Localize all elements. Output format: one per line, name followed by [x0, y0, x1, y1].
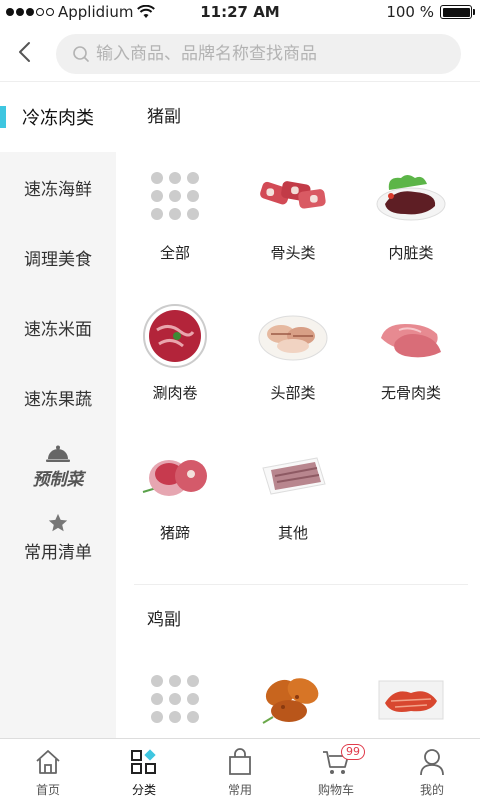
sidebar-item-frozen-produce[interactable]: 速冻果蔬: [0, 362, 116, 432]
subcategory-all[interactable]: 全部: [116, 152, 234, 292]
cloche-icon: [46, 445, 70, 462]
category-sidebar: 冷冻肉类 速冻海鲜 调理美食 速冻米面 速冻果蔬 预制菜 常用清单: [0, 82, 116, 738]
bottom-tab-bar: 首页 分类 常用 99 购物车 我的: [0, 738, 480, 800]
tab-label: 常用: [227, 783, 252, 797]
other-meat-image: [262, 457, 326, 495]
section-title: 猪副: [147, 107, 181, 127]
subcategory-label: 全部: [159, 244, 190, 262]
meat-rolls-image: [143, 304, 207, 368]
subcategory-offal[interactable]: 内脏类: [352, 152, 470, 292]
search-icon: [73, 46, 89, 62]
grid-dots-icon: [151, 172, 199, 220]
tab-frequent[interactable]: 常用: [192, 739, 288, 800]
sidebar-item-prepared-food[interactable]: 调理美食: [0, 222, 116, 292]
subcategory-label: 其他: [277, 524, 308, 542]
subcategory-bones[interactable]: 骨头类: [234, 152, 352, 292]
active-indicator: [0, 106, 6, 128]
subcategory-head-meat[interactable]: 头部类: [234, 292, 352, 432]
back-arrow-icon[interactable]: [14, 40, 38, 64]
sidebar-item-frozen-noodles[interactable]: 速冻米面: [0, 292, 116, 362]
section-title: 鸡副: [147, 610, 181, 630]
sidebar-item-label: 速冻海鲜: [24, 179, 92, 200]
tab-label: 首页: [35, 783, 60, 797]
tab-label: 购物车: [317, 783, 354, 797]
user-icon: [420, 749, 444, 776]
status-bar: Applidium 11:27 AM 100 %: [0, 0, 480, 24]
grid-dots-icon: [151, 675, 199, 723]
home-icon: [36, 750, 60, 774]
tab-label: 我的: [419, 783, 444, 797]
tab-home[interactable]: 首页: [0, 739, 96, 800]
subcategory-chicken-frame[interactable]: 鸡架: [352, 655, 470, 738]
subcategory-meat-rolls[interactable]: 涮肉卷: [116, 292, 234, 432]
pork-head-meat-image: [258, 315, 328, 361]
subcategory-label: 猪蹄: [159, 524, 190, 542]
bag-icon: [229, 748, 251, 775]
category-icon: [131, 749, 156, 774]
header: [0, 24, 480, 82]
subcategory-label: 骨头类: [270, 244, 316, 262]
subcategory-all[interactable]: 全部: [116, 655, 234, 738]
subcategory-other[interactable]: 其他: [234, 432, 352, 572]
sidebar-item-frozen-meat[interactable]: 冷冻肉类: [0, 82, 116, 152]
subcategory-label: 涮肉卷: [152, 384, 198, 402]
search-input[interactable]: [96, 44, 456, 64]
category-content: 猪副 全部 骨头类 内脏类 涮肉卷 头部类 无骨肉类 猪蹄 其他 鸡副: [116, 82, 480, 738]
tab-cart[interactable]: 99 购物车: [288, 739, 384, 800]
sidebar-item-label: 速冻米面: [24, 319, 92, 340]
tab-label: 分类: [131, 783, 156, 797]
battery-percent: 100 %: [386, 3, 434, 21]
chicken-wings-image: [262, 678, 319, 724]
favorites-list-label: 常用清单: [24, 542, 92, 563]
sidebar-item-frozen-seafood[interactable]: 速冻海鲜: [0, 152, 116, 222]
subcategory-label: 无骨肉类: [380, 384, 441, 402]
boneless-meat-image: [381, 324, 441, 358]
pork-ribs-image: [260, 181, 326, 209]
subcategory-grid: 全部 鸡翅: [116, 655, 480, 738]
subcategory-grid: 全部 骨头类 内脏类 涮肉卷 头部类 无骨肉类 猪蹄 其他: [116, 152, 480, 572]
subcategory-trotters[interactable]: 猪蹄: [116, 432, 234, 572]
tab-profile[interactable]: 我的: [384, 739, 480, 800]
sidebar-item-label: 速冻果蔬: [24, 389, 92, 410]
subcategory-boneless[interactable]: 无骨肉类: [352, 292, 470, 432]
subcategory-chicken-wings[interactable]: 鸡翅: [234, 655, 352, 738]
star-icon: [48, 513, 68, 531]
subcategory-label: 内脏类: [388, 244, 434, 262]
tab-category[interactable]: 分类: [96, 739, 192, 800]
subcategory-label: 头部类: [270, 384, 316, 402]
battery-info: 100 %: [386, 3, 475, 21]
pork-liver-image: [376, 175, 446, 221]
cart-badge: 99: [341, 744, 365, 760]
search-bar[interactable]: [56, 34, 461, 74]
pork-trotter-image: [142, 460, 207, 496]
sidebar-item-label: 冷冻肉类: [22, 108, 94, 129]
sidebar-item-label: 调理美食: [24, 249, 92, 270]
sidebar-item-premade-dishes[interactable]: 预制菜: [0, 432, 116, 502]
premade-dishes-label: 预制菜: [32, 469, 84, 490]
sidebar-item-favorites-list[interactable]: 常用清单: [0, 502, 116, 572]
battery-icon: [440, 5, 475, 19]
chicken-frame-image: [378, 680, 444, 720]
